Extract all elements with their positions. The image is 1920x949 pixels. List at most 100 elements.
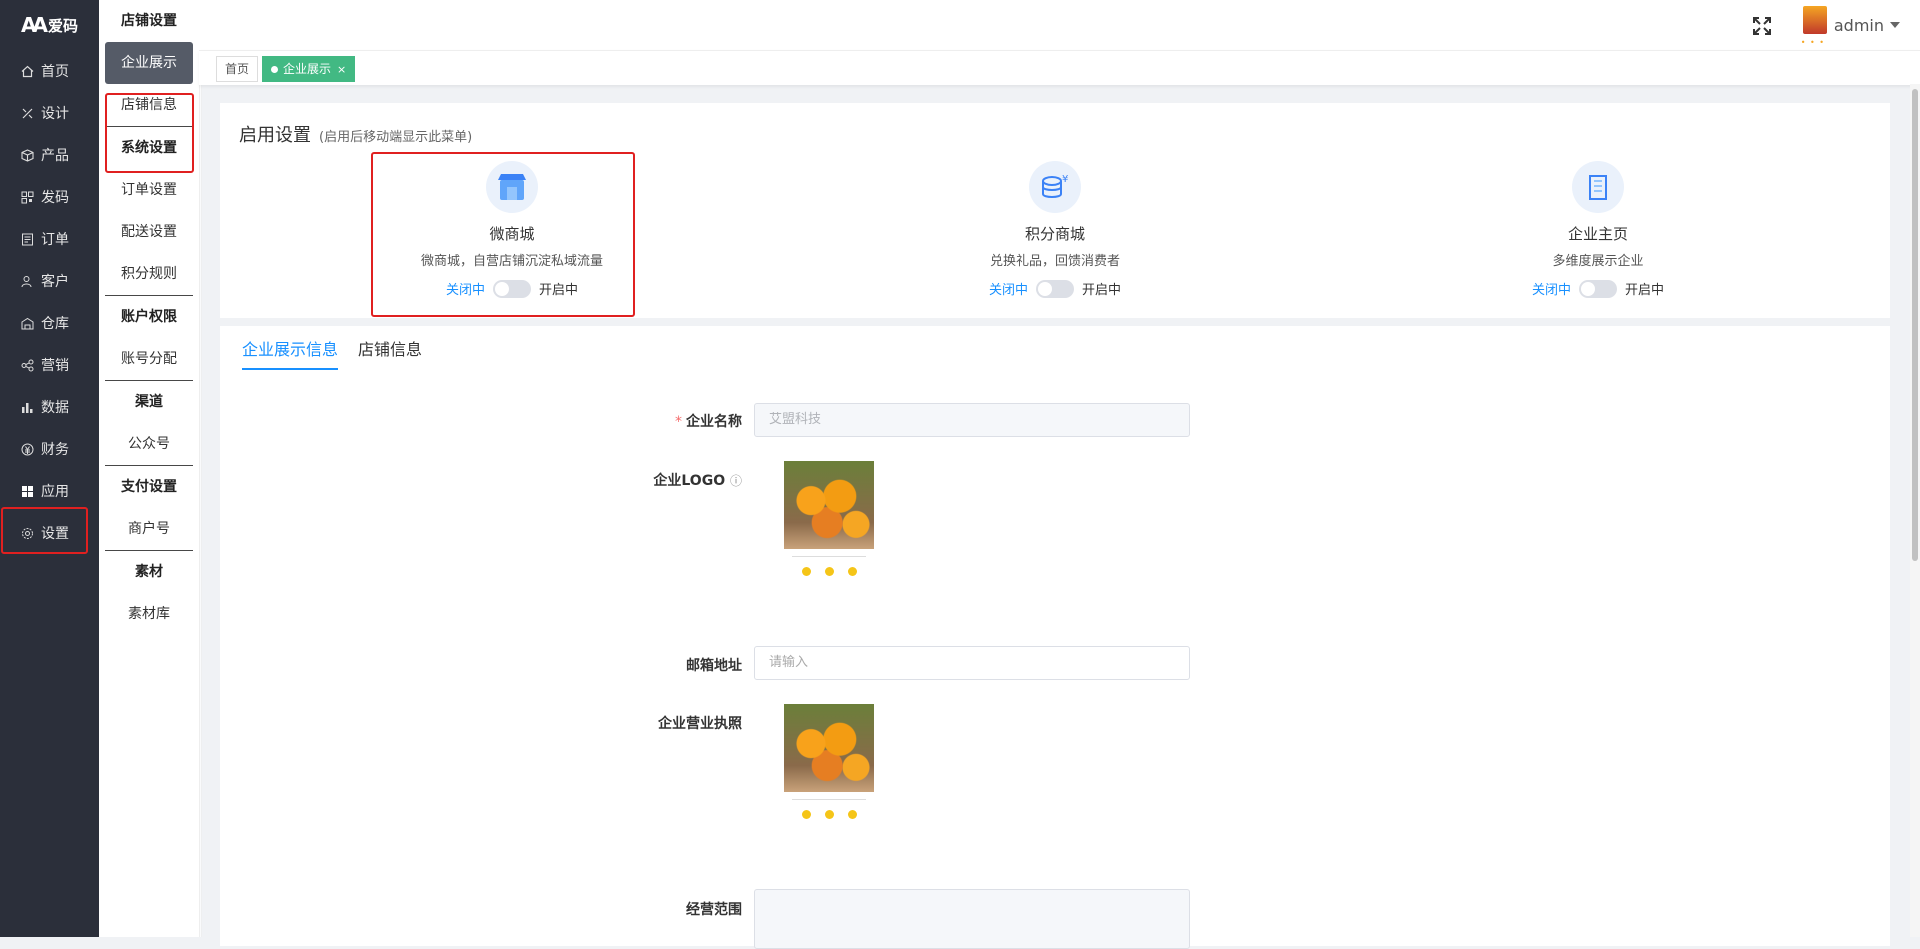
submenu-group-payment: 支付设置 商户号 bbox=[99, 466, 199, 550]
feature-name: 积分商城 bbox=[1024, 225, 1085, 243]
feature-switch: 关闭中 开启中 bbox=[1468, 279, 1728, 298]
brand-name: 爱码 bbox=[47, 16, 78, 35]
sidebar-item-label: 仓库 bbox=[41, 316, 69, 332]
feature-desc: 兑换礼品，回馈消费者 bbox=[989, 254, 1120, 269]
tab-shop-info[interactable]: 店铺信息 bbox=[358, 336, 422, 368]
order-icon bbox=[20, 232, 34, 246]
points-mall-toggle[interactable] bbox=[1036, 279, 1074, 298]
feature-name: 企业主页 bbox=[1567, 225, 1628, 243]
sidebar-item-data[interactable]: 数据 bbox=[0, 386, 99, 428]
user-name[interactable]: admin bbox=[1834, 16, 1884, 35]
top-bar: • • • admin bbox=[199, 0, 1920, 50]
sidebar-item-product[interactable]: 产品 bbox=[0, 134, 99, 176]
sidebar-item-customer[interactable]: 客户 bbox=[0, 260, 99, 302]
feature-desc: 多维度展示企业 bbox=[1552, 254, 1644, 269]
submenu-heading: 店铺设置 bbox=[121, 13, 177, 29]
logo-photo bbox=[784, 461, 874, 549]
main-sidebar: AA 爱码 智能 首页 设计 产品 发码 订单 客户 仓库 营销 数据 财务 bbox=[0, 0, 202, 937]
logo-label: 企业LOGO ⓘ bbox=[442, 470, 742, 490]
section-hint: (启用后移动端显示此菜单) bbox=[319, 130, 473, 145]
license-icons bbox=[784, 810, 874, 819]
tab-company-display-info[interactable]: 企业展示信息 bbox=[242, 336, 339, 370]
company-name-label: * 企业名称 bbox=[442, 411, 742, 431]
license-photo bbox=[784, 704, 874, 792]
fullscreen-icon[interactable] bbox=[1752, 16, 1772, 36]
submenu-item-company-display[interactable]: 企业展示 bbox=[105, 42, 193, 84]
company-home-toggle[interactable] bbox=[1579, 279, 1617, 298]
company-info-form: 企业展示信息 店铺信息 * 企业名称 艾盟科技 企业LOGO ⓘ 邮箱地址 请输入… bbox=[220, 326, 1890, 949]
active-dot-icon bbox=[271, 66, 278, 73]
marketing-icon bbox=[20, 358, 34, 372]
code-icon bbox=[20, 190, 34, 204]
sidebar-item-label: 营销 bbox=[41, 358, 69, 374]
submenu-group-account: 账户权限 账号分配 bbox=[99, 296, 199, 380]
building-icon bbox=[1572, 161, 1624, 213]
license-image[interactable] bbox=[784, 704, 874, 852]
micro-mall-highlight-box bbox=[371, 152, 635, 317]
sidebar-item-label: 客户 bbox=[41, 274, 69, 290]
finance-icon bbox=[20, 442, 34, 456]
submenu-item-material-library[interactable]: 素材库 bbox=[99, 593, 199, 635]
brand-mark: AA bbox=[21, 13, 48, 37]
feature-company-home: 企业主页 多维度展示企业 关闭中 开启中 bbox=[1468, 161, 1728, 298]
warehouse-icon bbox=[20, 316, 34, 330]
submenu-item-points-rules[interactable]: 积分规则 bbox=[99, 253, 199, 295]
feature-switch: 关闭中 开启中 bbox=[925, 279, 1185, 298]
sidebar-item-label: 财务 bbox=[41, 442, 69, 458]
submenu-item-merchant[interactable]: 商户号 bbox=[99, 508, 199, 550]
submenu-highlight-box bbox=[105, 93, 194, 173]
sidebar-item-label: 订单 bbox=[41, 232, 69, 248]
submenu-heading: 渠道 bbox=[135, 394, 163, 410]
tab-home[interactable]: 首页 bbox=[216, 56, 259, 82]
avatar-dots: • • • bbox=[1800, 38, 1825, 47]
tab-label: 首页 bbox=[225, 62, 250, 76]
coins-icon: ¥ bbox=[1029, 161, 1081, 213]
close-icon[interactable]: × bbox=[337, 63, 346, 76]
scope-textarea[interactable] bbox=[754, 889, 1190, 949]
sidebar-item-finance[interactable]: 财务 bbox=[0, 428, 99, 470]
switch-off-label: 关闭中 bbox=[988, 283, 1028, 298]
sidebar-item-label: 产品 bbox=[41, 148, 69, 164]
sidebar-item-code[interactable]: 发码 bbox=[0, 176, 99, 218]
sidebar-item-home[interactable]: 首页 bbox=[0, 50, 99, 92]
divider bbox=[792, 799, 866, 800]
brand-logo[interactable]: AA 爱码 智能 bbox=[0, 0, 202, 937]
scrollbar-thumb[interactable] bbox=[1912, 89, 1918, 561]
sidebar-item-label: 首页 bbox=[41, 64, 69, 80]
company-name-input[interactable]: 艾盟科技 bbox=[754, 403, 1190, 437]
data-icon bbox=[20, 400, 34, 414]
sidebar-item-design[interactable]: 设计 bbox=[0, 92, 99, 134]
tab-label: 企业展示 bbox=[283, 62, 332, 76]
chevron-down-icon[interactable] bbox=[1890, 22, 1900, 28]
sidebar-item-apps[interactable]: 应用 bbox=[0, 470, 99, 512]
submenu-group-material: 素材 素材库 bbox=[99, 551, 199, 635]
sidebar-item-label: 数据 bbox=[41, 400, 69, 416]
submenu-item-official-account[interactable]: 公众号 bbox=[99, 423, 199, 465]
svg-text:¥: ¥ bbox=[1062, 174, 1068, 185]
sidebar-item-order[interactable]: 订单 bbox=[0, 218, 99, 260]
section-title-text: 启用设置 bbox=[239, 125, 311, 146]
divider bbox=[105, 465, 193, 466]
feature-points-mall: ¥ 积分商城 兑换礼品，回馈消费者 关闭中 开启中 bbox=[925, 161, 1185, 298]
tab-company-display[interactable]: 企业展示 × bbox=[262, 56, 356, 82]
sidebar-item-marketing[interactable]: 营销 bbox=[0, 344, 99, 386]
divider bbox=[105, 295, 193, 296]
scope-label: 经营范围 bbox=[686, 902, 742, 918]
submenu-item-delivery-settings[interactable]: 配送设置 bbox=[99, 211, 199, 253]
switch-on-label: 开启中 bbox=[1625, 283, 1665, 298]
apps-icon bbox=[20, 484, 34, 498]
info-icon[interactable]: ⓘ bbox=[730, 474, 742, 488]
submenu-item-order-settings[interactable]: 订单设置 bbox=[99, 169, 199, 211]
submenu-item-account-assign[interactable]: 账号分配 bbox=[99, 338, 199, 380]
logo-image[interactable] bbox=[784, 461, 874, 609]
page-scrollbar[interactable] bbox=[1910, 84, 1920, 937]
divider bbox=[105, 550, 193, 551]
avatar[interactable] bbox=[1803, 6, 1827, 34]
switch-on-label: 开启中 bbox=[1082, 283, 1122, 298]
sidebar-item-warehouse[interactable]: 仓库 bbox=[0, 302, 99, 344]
email-input[interactable]: 请输入 bbox=[754, 646, 1190, 680]
divider bbox=[792, 556, 866, 557]
switch-off-label: 关闭中 bbox=[1531, 283, 1571, 298]
sidebar-item-label: 应用 bbox=[41, 484, 69, 500]
submenu-heading: 支付设置 bbox=[121, 479, 177, 495]
